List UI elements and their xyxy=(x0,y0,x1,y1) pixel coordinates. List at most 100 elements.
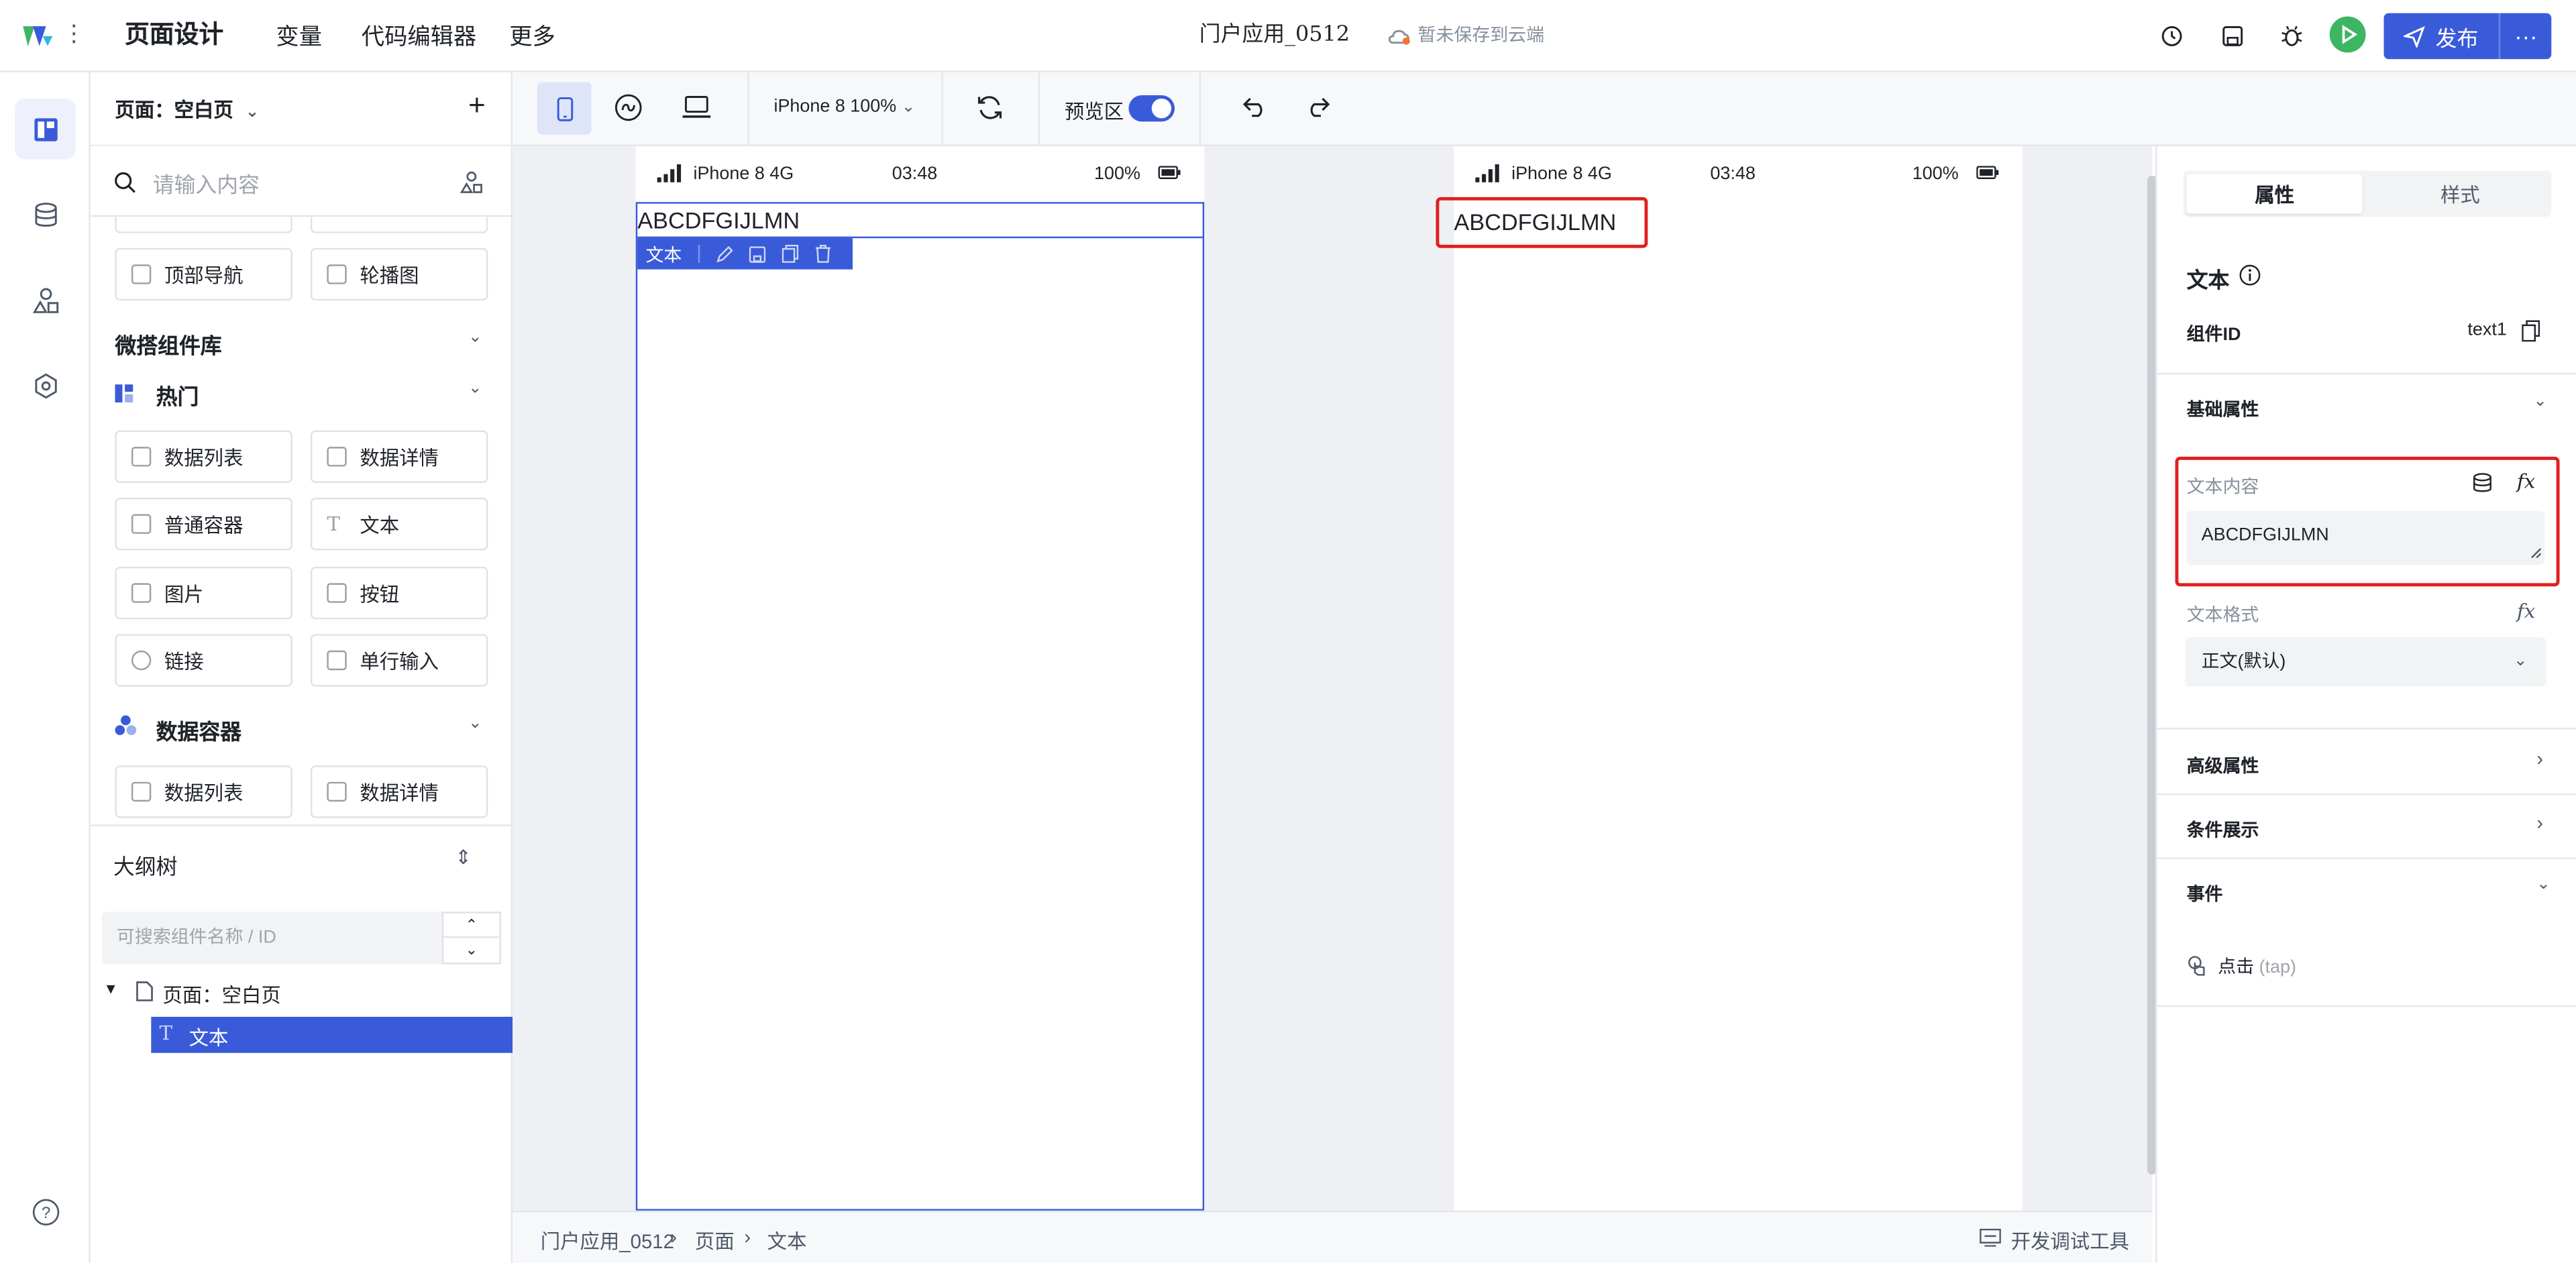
selected-text-component[interactable]: ABCDFGIJLMN xyxy=(637,202,1203,239)
undo-button[interactable] xyxy=(1242,95,1268,127)
component-carousel[interactable]: 轮播图 xyxy=(310,248,488,301)
conditional-section[interactable]: 条件展示 xyxy=(2187,816,2259,842)
chevron-right-icon[interactable]: › xyxy=(2536,812,2543,834)
refresh-button[interactable] xyxy=(976,94,1004,130)
chevron-down-icon[interactable]: ⌄ xyxy=(2533,392,2547,410)
app-title: 门户应用_0512 xyxy=(1199,23,1350,48)
tap-gesture-icon xyxy=(2188,956,2205,976)
preview-toggle[interactable] xyxy=(1128,95,1175,122)
component-action-bar: 文本 xyxy=(637,238,853,270)
breadcrumb-text[interactable]: 文本 xyxy=(767,1227,807,1255)
bottom-bar: 门户应用_0512 › 页面 › 文本 开发调试工具 xyxy=(513,1210,2153,1263)
device-miniprogram-button[interactable] xyxy=(614,94,643,130)
breadcrumb-app[interactable]: 门户应用_0512 xyxy=(541,1227,674,1255)
component-link[interactable]: 链接 xyxy=(115,634,292,687)
component-data-detail[interactable]: 数据详情 xyxy=(310,430,488,484)
device-desktop-button[interactable] xyxy=(682,95,711,128)
undo-icon xyxy=(1242,97,1263,117)
caret-down-icon[interactable]: ▼ xyxy=(103,981,118,997)
nav-code-editor[interactable]: 代码编辑器 xyxy=(362,0,476,72)
breadcrumb-page[interactable]: 页面 xyxy=(695,1227,735,1255)
hot-icon xyxy=(115,381,133,403)
resize-handle-icon[interactable] xyxy=(2530,547,2542,559)
tab-styles[interactable]: 样式 xyxy=(2372,174,2548,214)
rail-components-button[interactable] xyxy=(15,270,76,331)
devtools-icon xyxy=(1980,1228,2001,1247)
component-panel: 页面：空白页 ⌄ + 请输入内容 顶部导航 轮播图 微搭组件库 ⌄ 热门 ⌄ 数… xyxy=(90,72,513,1263)
text-content-label: 文本内容 xyxy=(2186,478,2259,498)
devtools-button[interactable]: 开发调试工具 xyxy=(2011,1227,2129,1255)
fx-expression-icon[interactable]: fx xyxy=(2517,470,2535,492)
chevron-up-icon[interactable]: ⌃ xyxy=(443,914,500,938)
chevron-down-icon[interactable]: ⌄ xyxy=(468,380,482,398)
page-selector[interactable]: 页面：空白页 ⌄ xyxy=(115,95,259,123)
copy-icon[interactable] xyxy=(2522,320,2540,342)
debug-bug-icon[interactable] xyxy=(2273,18,2310,54)
publish-button[interactable]: 发布 xyxy=(2383,13,2499,60)
nav-page-design[interactable]: 页面设计 xyxy=(125,0,223,72)
chevron-down-icon[interactable]: ⌄ xyxy=(468,714,482,732)
battery-icon xyxy=(1976,166,1999,179)
left-rail: ? xyxy=(0,72,91,1263)
advanced-props-section[interactable]: 高级属性 xyxy=(2187,753,2259,779)
shapes-icon xyxy=(32,287,58,313)
component-data-detail-2[interactable]: 数据详情 xyxy=(310,765,488,818)
component-label: 链接 xyxy=(164,649,204,673)
rail-data-button[interactable] xyxy=(15,184,76,245)
text-format-select[interactable]: 正文(默认) ⌄ xyxy=(2185,637,2546,687)
component-data-list-2[interactable]: 数据列表 xyxy=(115,765,292,818)
device-mobile-button[interactable] xyxy=(537,82,592,135)
properties-panel: 属性 样式 文本 组件ID text1 基础属性 ⌄ 文本内容 fx ABCDF… xyxy=(2155,146,2576,1263)
rail-pages-button[interactable] xyxy=(15,98,76,160)
outline-search-input[interactable]: 可搜索组件名称 / ID xyxy=(101,912,442,965)
component-shapes-icon[interactable] xyxy=(460,171,483,194)
component-image[interactable]: 图片 xyxy=(115,566,292,620)
device-size-select[interactable]: iPhone 8 100% ⌄ xyxy=(773,97,915,116)
publish-more-button[interactable]: ··· xyxy=(2498,13,2552,60)
save-icon[interactable] xyxy=(2214,18,2251,54)
delete-trash-icon[interactable] xyxy=(815,244,831,263)
history-icon[interactable] xyxy=(2154,18,2190,54)
canvas-toolbar: iPhone 8 100% ⌄ 预览区 xyxy=(513,72,2576,146)
component-text[interactable]: T 文本 xyxy=(310,498,488,551)
toolbar-divider xyxy=(941,72,943,146)
component-top-nav[interactable]: 顶部导航 xyxy=(115,248,292,301)
component-container[interactable]: 普通容器 xyxy=(115,498,292,551)
tab-properties[interactable]: 属性 xyxy=(2186,174,2363,214)
run-button[interactable] xyxy=(2329,16,2366,53)
chevron-down-icon[interactable]: ⌄ xyxy=(2536,875,2551,893)
events-section[interactable]: 事件 xyxy=(2187,881,2223,907)
component-button[interactable]: 按钮 xyxy=(310,566,488,620)
editor-page-frame[interactable] xyxy=(635,202,1205,1211)
preview-phone: iPhone 8 4G 03:48 100% ABCDFGIJLMN xyxy=(1454,146,2023,1211)
tree-node-page[interactable]: 页面：空白页 xyxy=(162,981,280,1009)
component-text-input[interactable]: 单行输入 xyxy=(310,634,488,687)
search-input[interactable]: 请输入内容 xyxy=(153,168,260,199)
tree-node-text[interactable]: T 文本 xyxy=(151,1016,513,1053)
nav-variables[interactable]: 变量 xyxy=(276,0,322,72)
expand-collapse-icon[interactable]: ⇕ xyxy=(455,846,472,869)
event-click[interactable]: 点击 (tap) xyxy=(2218,952,2296,979)
info-icon[interactable] xyxy=(2239,264,2261,286)
chevron-down-icon[interactable]: ⌄ xyxy=(443,938,499,963)
add-page-button[interactable]: + xyxy=(468,89,486,123)
component-data-list[interactable]: 数据列表 xyxy=(115,430,292,484)
edit-pencil-icon[interactable] xyxy=(716,245,733,262)
chevron-down-icon[interactable]: ⌄ xyxy=(468,329,482,347)
basic-props-section[interactable]: 基础属性 xyxy=(2187,396,2259,422)
chevron-down-icon: ⌄ xyxy=(245,103,260,122)
fx-expression-icon[interactable]: fx xyxy=(2517,600,2535,622)
redo-button[interactable] xyxy=(1305,95,1331,127)
help-button[interactable]: ? xyxy=(15,1181,76,1242)
chevron-right-icon[interactable]: › xyxy=(2536,747,2543,770)
rail-settings-button[interactable] xyxy=(15,355,76,416)
laptop-icon xyxy=(682,96,711,118)
database-bind-icon[interactable] xyxy=(2473,473,2492,492)
copy-icon[interactable] xyxy=(782,244,799,263)
component-title: 文本 xyxy=(2186,268,2230,292)
nav-more[interactable]: 更多 xyxy=(509,0,555,72)
text-content-input[interactable]: ABCDFGIJLMN xyxy=(2186,510,2545,565)
save-icon[interactable] xyxy=(749,245,766,262)
component-label: 轮播图 xyxy=(360,264,419,287)
app-switch-icon[interactable]: ⋮ xyxy=(62,19,85,48)
